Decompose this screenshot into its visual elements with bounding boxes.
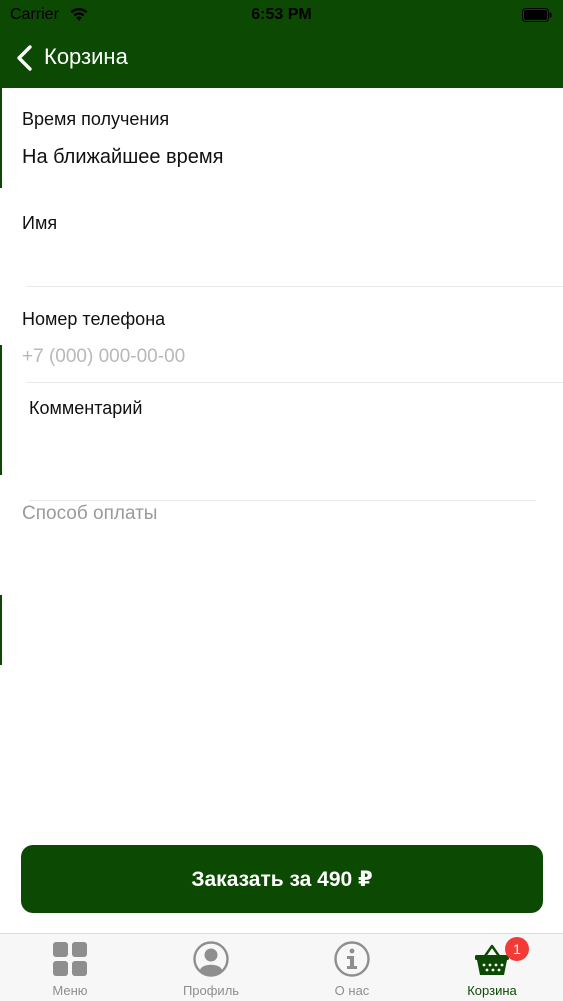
left-edge-top	[0, 88, 2, 188]
phone-input[interactable]	[22, 343, 552, 371]
page-title: Корзина	[44, 44, 128, 69]
status-bar: Carrier 6:53 PM	[0, 0, 563, 30]
tab-about-label: О нас	[334, 983, 370, 998]
name-label: Имя	[22, 213, 58, 233]
info-icon	[334, 941, 370, 977]
pickup-time-value[interactable]: На ближайшее время	[22, 146, 224, 169]
comment-label: Комментарий	[29, 398, 143, 418]
left-edge-bottom	[0, 595, 2, 665]
tab-bar: Меню Профиль О нас 1 Корзина	[0, 933, 563, 1001]
tab-cart-label: Корзина	[467, 983, 517, 998]
comment-input[interactable]	[29, 430, 534, 490]
user-icon	[193, 941, 229, 977]
phone-separator	[26, 382, 563, 383]
comment-separator	[29, 500, 536, 501]
cart-badge: 1	[505, 937, 529, 961]
tab-cart[interactable]: 1 Корзина	[422, 934, 562, 1001]
payment-method-select[interactable]: Способ оплаты	[22, 503, 542, 533]
status-time: 6:53 PM	[251, 6, 312, 23]
chevron-left-icon[interactable]	[14, 44, 36, 72]
name-input[interactable]	[22, 248, 552, 278]
tab-about[interactable]: О нас	[282, 934, 422, 1001]
name-separator	[26, 286, 563, 287]
header: Carrier 6:53 PM Корзина	[0, 0, 563, 88]
tab-profile-label: Профиль	[182, 983, 240, 998]
nav-bar: Корзина	[0, 30, 563, 88]
grid-icon	[53, 942, 87, 976]
tab-menu[interactable]: Меню	[0, 934, 140, 1001]
pickup-time-label: Время получения	[22, 109, 170, 129]
left-edge-mid	[0, 345, 2, 475]
tab-menu-label: Меню	[52, 983, 88, 998]
phone-label: Номер телефона	[22, 309, 166, 329]
order-button[interactable]: Заказать за 490 ₽	[21, 845, 543, 913]
battery-icon	[522, 8, 552, 22]
tab-profile[interactable]: Профиль	[141, 934, 281, 1001]
